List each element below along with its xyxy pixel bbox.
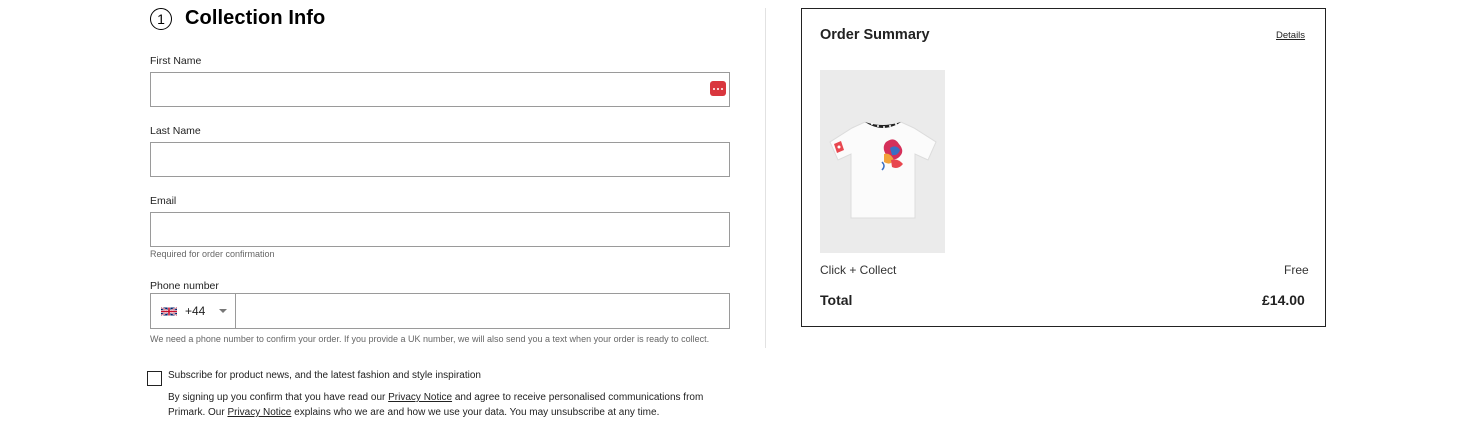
click-collect-label: Click + Collect (820, 263, 897, 277)
step-number-badge: 1 (150, 8, 172, 30)
privacy-notice-link-2[interactable]: Privacy Notice (227, 407, 291, 418)
legal-text-part-1: By signing up you confirm that you have … (168, 392, 389, 403)
country-code-value: +44 (185, 304, 206, 318)
subscribe-label[interactable]: Subscribe for product news, and the late… (168, 370, 481, 381)
column-divider (765, 8, 766, 348)
chevron-down-icon (219, 309, 228, 313)
click-collect-price: Free (1284, 263, 1309, 277)
order-summary-title: Order Summary (820, 27, 930, 43)
legal-text-part-3: explains who we are and how we use your … (291, 407, 660, 418)
phone-hint: We need a phone number to confirm your o… (150, 334, 710, 344)
first-name-field[interactable] (150, 72, 730, 107)
last-name-field[interactable] (150, 142, 730, 177)
section-title: Collection Info (185, 7, 326, 29)
privacy-legal-text: By signing up you confirm that you have … (168, 390, 728, 420)
privacy-notice-link[interactable]: Privacy Notice (388, 392, 452, 403)
uk-flag-icon (161, 306, 177, 316)
password-manager-icon[interactable] (710, 81, 726, 96)
subscribe-checkbox[interactable] (147, 371, 162, 386)
first-name-label: First Name (150, 55, 202, 67)
first-name-input[interactable] (151, 73, 729, 106)
tshirt-image (820, 70, 945, 253)
total-value: £14.00 (1262, 292, 1305, 308)
last-name-label: Last Name (150, 125, 201, 137)
phone-field: +44 (150, 293, 730, 329)
email-field[interactable] (150, 212, 730, 247)
last-name-input[interactable] (151, 143, 729, 176)
phone-input[interactable] (236, 294, 729, 328)
phone-label: Phone number (150, 280, 219, 292)
country-code-select[interactable]: +44 (151, 294, 236, 328)
product-thumbnail[interactable] (820, 70, 945, 253)
details-link[interactable]: Details (1276, 30, 1305, 41)
email-label: Email (150, 195, 177, 207)
email-input[interactable] (151, 213, 729, 246)
total-label: Total (820, 292, 853, 308)
email-hint: Required for order confirmation (150, 249, 275, 259)
